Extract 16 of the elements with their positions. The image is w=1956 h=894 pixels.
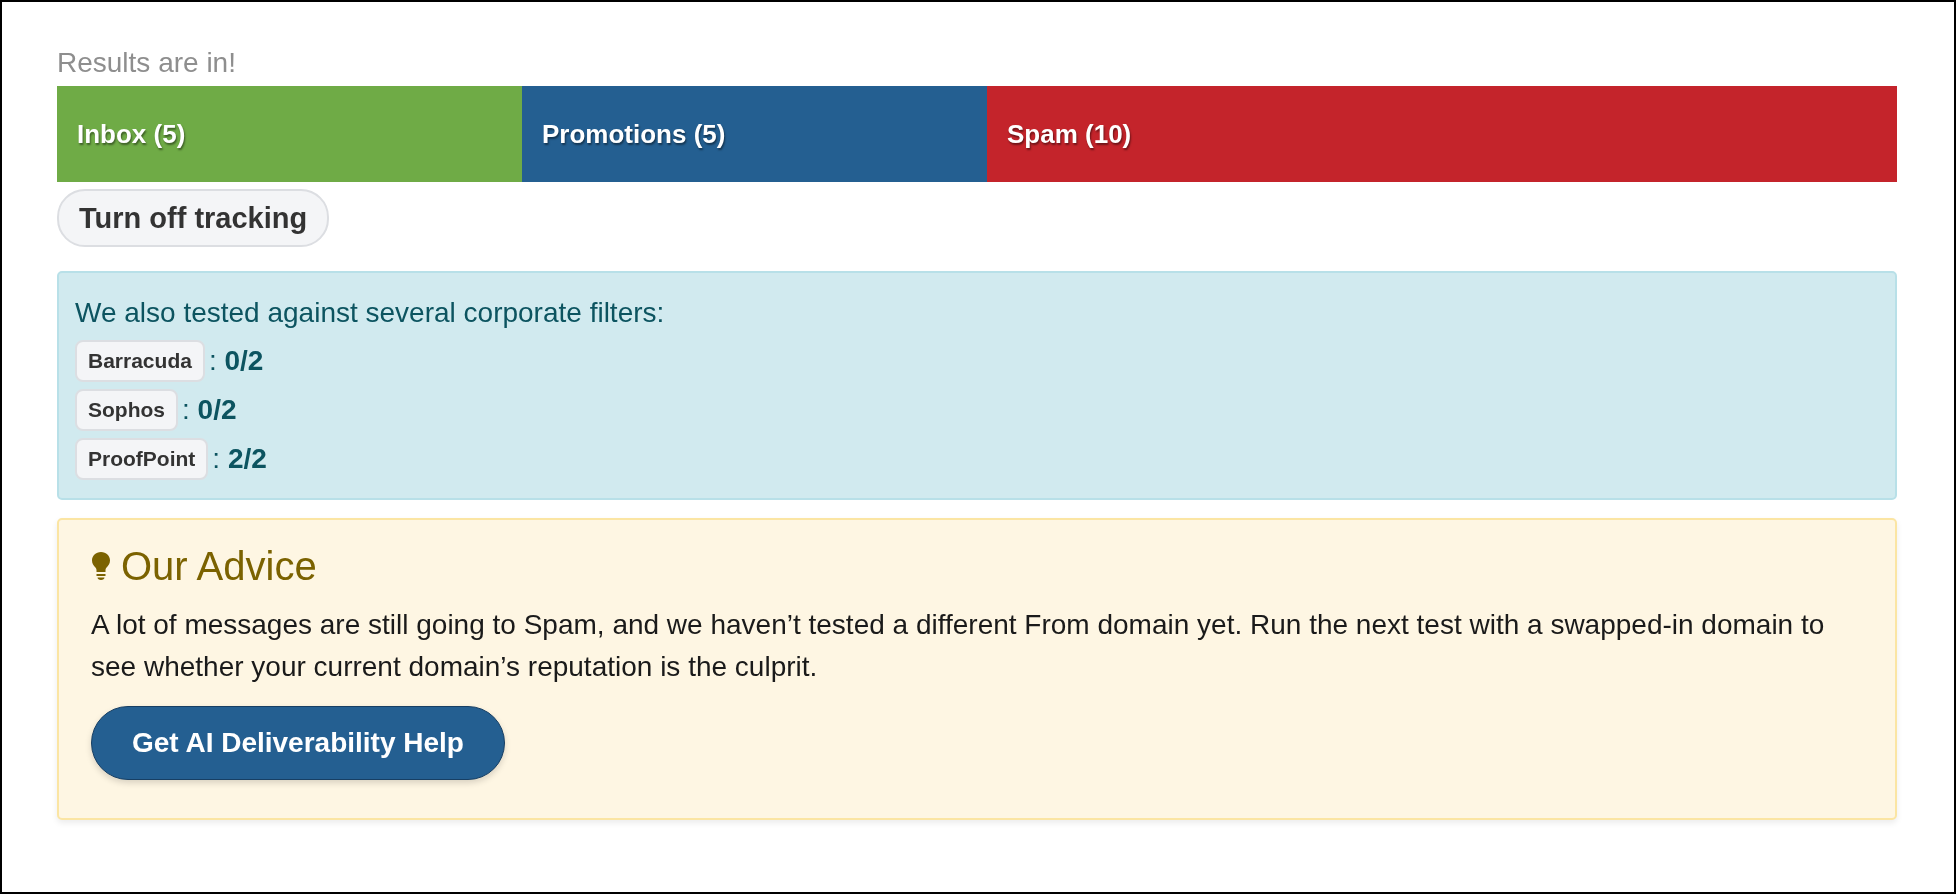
filter-name: Barracuda xyxy=(75,340,205,382)
results-bar-segment: Spam (10) xyxy=(987,86,1897,182)
filter-name: ProofPoint xyxy=(75,438,209,480)
advice-title: Our Advice xyxy=(121,543,317,590)
filter-score: : 0/2 xyxy=(208,345,264,377)
filters-intro: We also tested against several corporate filters: xyxy=(75,296,666,330)
results-bar-segment: Promotions (5) xyxy=(522,86,987,182)
advice-text: A lot of messages are still going to Spam, and we haven’t tested a different From domain yet. Run the next test with a swapped-in domain to see whether your current domain’s reputation is the culprit. xyxy=(91,608,1826,684)
filter-score: : 0/2 xyxy=(182,394,237,426)
turn-off-tracking-button[interactable]: Turn off tracking xyxy=(57,189,330,247)
filter-score: : 2/2 xyxy=(212,443,267,475)
filter-name: Sophos xyxy=(75,389,178,431)
ai-help-button[interactable]: Get AI Deliverability Help xyxy=(91,706,505,780)
results-heading: Results are in! xyxy=(57,46,237,80)
results-bar-segment: Inbox (5) xyxy=(57,86,522,182)
lightbulb-icon xyxy=(91,551,111,581)
